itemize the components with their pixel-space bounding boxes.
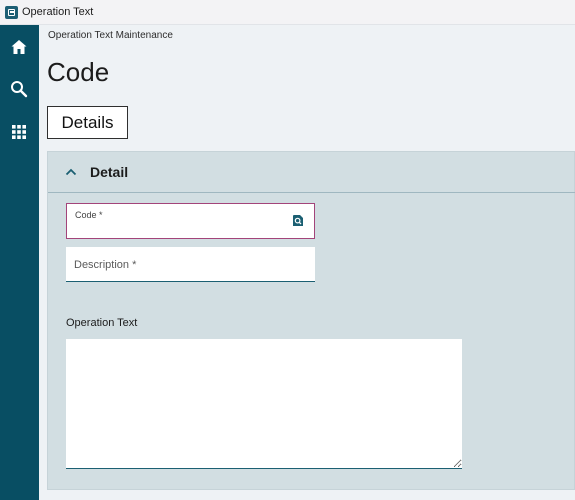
description-placeholder: Description * (74, 259, 137, 271)
breadcrumb[interactable]: Operation Text Maintenance (48, 30, 173, 41)
sidebar (0, 25, 39, 500)
main-content: Operation Text Maintenance Code Details … (39, 25, 575, 500)
home-icon[interactable] (8, 36, 30, 58)
operation-text-label: Operation Text (66, 317, 138, 329)
code-field-label: Code * (75, 210, 103, 220)
apps-grid-icon[interactable] (8, 121, 30, 143)
detail-section-header[interactable]: Detail (48, 152, 575, 193)
section-title: Detail (90, 164, 129, 180)
search-icon[interactable] (8, 78, 30, 100)
app-logo-icon (5, 5, 18, 19)
page-title: Code (47, 57, 110, 87)
tab-details[interactable]: Details (47, 106, 128, 139)
code-field[interactable]: Code * (66, 203, 315, 239)
detail-section: Detail Code * Description * Operation Te… (47, 151, 575, 490)
lookup-icon[interactable] (292, 214, 304, 227)
title-bar: Operation Text (0, 0, 575, 25)
description-field[interactable]: Description * (66, 247, 315, 282)
window-title: Operation Text (22, 6, 94, 18)
operation-text-textarea[interactable] (66, 339, 462, 469)
chevron-up-icon[interactable] (64, 165, 78, 179)
